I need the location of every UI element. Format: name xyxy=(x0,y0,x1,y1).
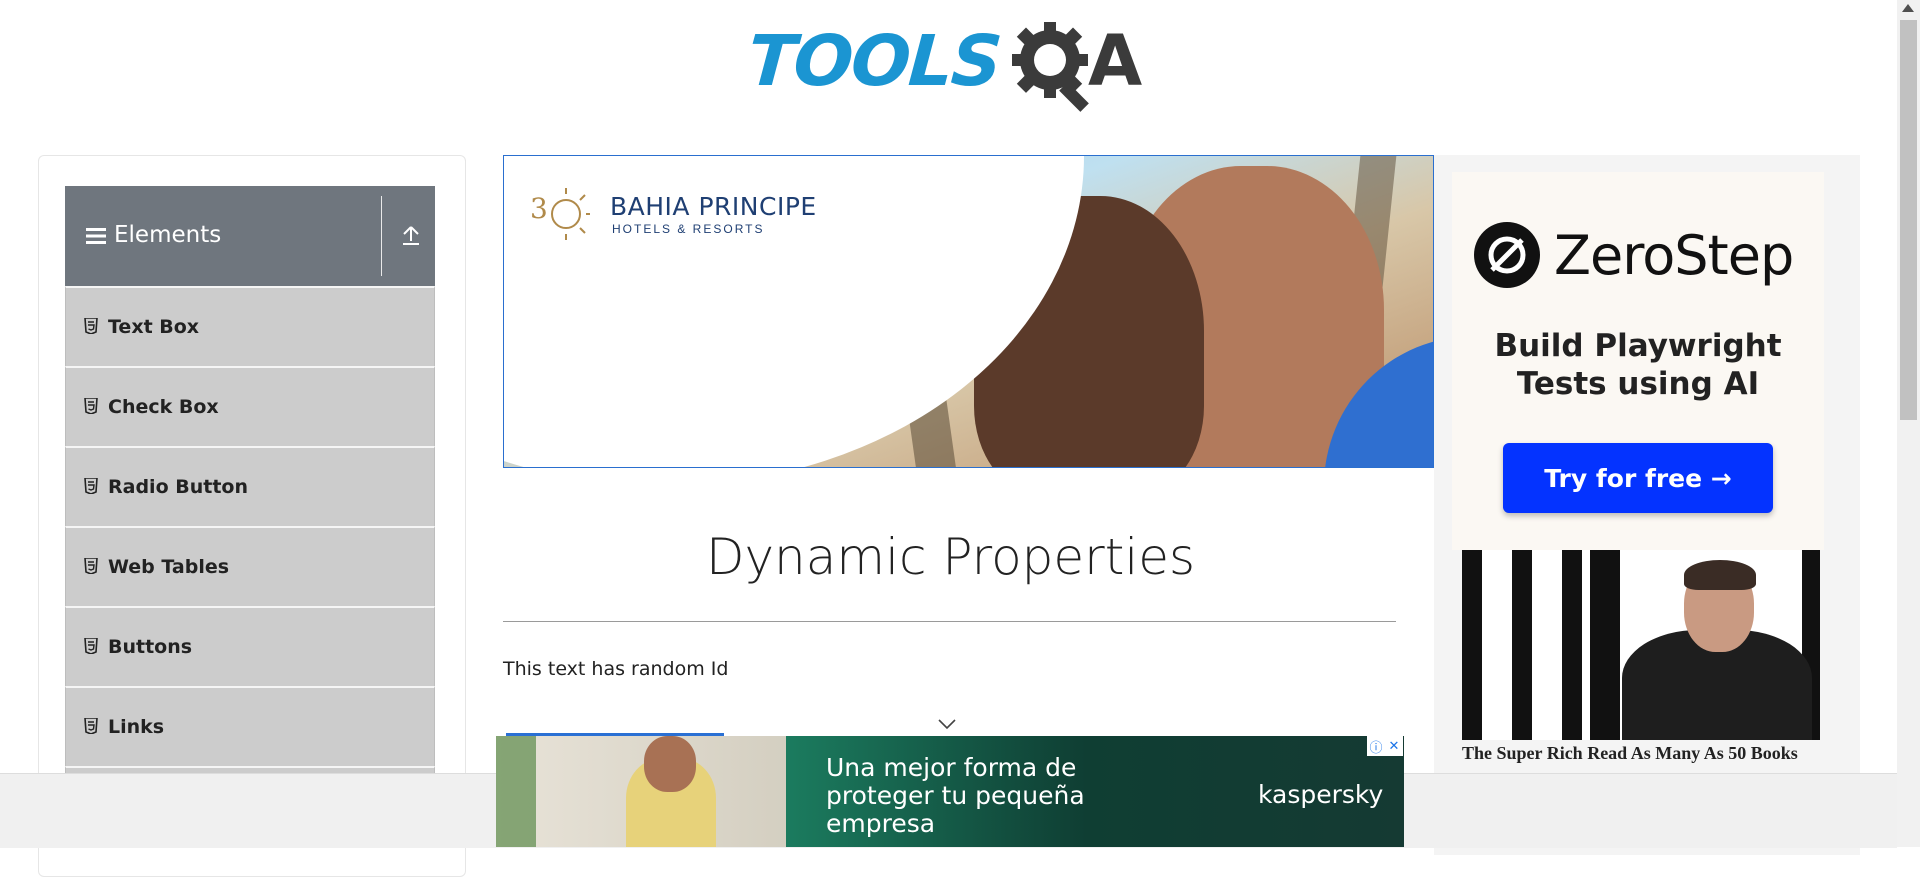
chevron-down-icon[interactable] xyxy=(937,718,957,730)
upload-arrow-icon[interactable] xyxy=(400,224,422,246)
sidebar-item-label: Radio Button xyxy=(108,476,248,498)
bottom-ad-banner[interactable]: Una mejor forma de proteger tu pequeña e… xyxy=(496,736,1404,847)
article-image[interactable] xyxy=(1462,550,1820,740)
tagline-line: Build Playwright xyxy=(1494,328,1782,364)
sidebar-item-buttons[interactable]: Buttons xyxy=(65,606,435,686)
svg-text:3: 3 xyxy=(530,192,548,225)
group-title: Elements xyxy=(114,222,222,248)
hamburger-icon xyxy=(86,228,106,244)
zerostep-logo-icon xyxy=(1474,222,1540,288)
html5-icon xyxy=(84,398,98,414)
image-stripe xyxy=(1562,550,1582,740)
scrollbar-thumb[interactable] xyxy=(1900,20,1917,420)
bahia-principe-logo-icon: 3 xyxy=(530,188,590,240)
top-ad-banner[interactable]: 3 BAHIA PRINCIPE HOTELS & RESORTS xyxy=(503,155,1434,468)
sidebar-item-label: Web Tables xyxy=(108,556,230,578)
sidebar-item-label: Links xyxy=(108,716,165,738)
elements-group-header[interactable]: Elements xyxy=(65,186,435,286)
ad-choices[interactable]: ⓘ ✕ xyxy=(1367,736,1403,756)
sidebar-item-check-box[interactable]: Check Box xyxy=(65,366,435,446)
html5-icon xyxy=(84,318,98,334)
html5-icon xyxy=(84,638,98,654)
zerostep-tagline: Build Playwright Tests using AI xyxy=(1452,327,1824,403)
scroll-up-arrow-icon[interactable] xyxy=(1902,4,1914,12)
header-divider xyxy=(381,196,382,276)
ad-subtitle: HOTELS & RESORTS xyxy=(612,222,765,236)
info-icon[interactable]: ⓘ xyxy=(1367,736,1385,756)
ad-face-shape xyxy=(644,736,696,792)
page-title: Dynamic Properties xyxy=(705,528,1196,586)
image-stripe xyxy=(1462,550,1482,740)
bottom-ad-headline: Una mejor forma de proteger tu pequeña e… xyxy=(826,753,1085,838)
try-for-free-button[interactable]: Try for free → xyxy=(1503,443,1773,513)
bottom-ad-brand: kaspersky xyxy=(1258,780,1384,809)
close-icon[interactable]: ✕ xyxy=(1385,736,1403,756)
elements-menu-list: Text Box Check Box Radio Button Web Tabl… xyxy=(65,286,435,846)
logo-text-tools: TOOLS xyxy=(745,20,1003,102)
tagline-line: Tests using AI xyxy=(1516,366,1760,402)
sidebar-item-label: Check Box xyxy=(108,396,219,418)
toolsqa-logo[interactable]: TOOLS A xyxy=(745,18,1154,114)
sidebar-item-text-box[interactable]: Text Box xyxy=(65,286,435,366)
image-stripe xyxy=(1590,550,1620,740)
random-id-text: This text has random Id xyxy=(503,658,729,680)
image-hair-shape xyxy=(1684,560,1756,590)
gear-magnifier-icon xyxy=(1012,22,1089,112)
image-stripe xyxy=(1512,550,1532,740)
title-divider xyxy=(503,621,1396,622)
sidebar-item-links[interactable]: Links xyxy=(65,686,435,766)
sidebar-item-label: Text Box xyxy=(108,316,200,338)
sidebar-item-radio-button[interactable]: Radio Button xyxy=(65,446,435,526)
ad-plant-shape xyxy=(496,736,536,847)
logo-text-a: A xyxy=(1088,20,1143,102)
ad-photo xyxy=(496,736,786,847)
sidebar-item-label: Buttons xyxy=(108,636,193,658)
html5-icon xyxy=(84,558,98,574)
html5-icon xyxy=(84,718,98,734)
ad-title: BAHIA PRINCIPE xyxy=(610,192,817,221)
zerostep-brand: ZeroStep xyxy=(1554,224,1794,287)
html5-icon xyxy=(84,478,98,494)
article-caption[interactable]: The Super Rich Read As Many As 50 Books xyxy=(1462,743,1798,764)
sidebar-item-web-tables[interactable]: Web Tables xyxy=(65,526,435,606)
